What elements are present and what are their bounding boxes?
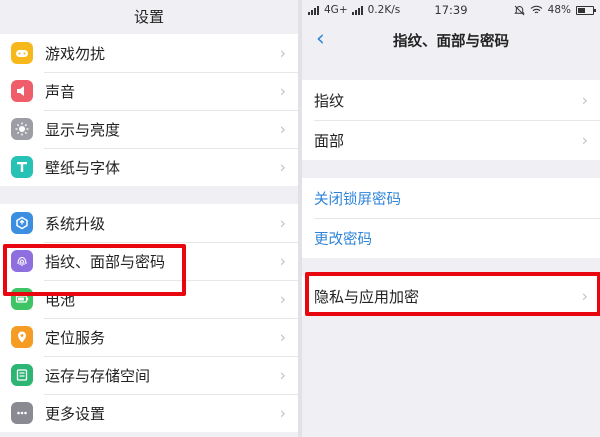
storage-icon <box>11 364 33 386</box>
speaker-icon <box>11 80 33 102</box>
change-password-label: 更改密码 <box>314 231 372 248</box>
settings-item-label: 更多设置 <box>45 404 106 423</box>
chevron-right-icon: › <box>279 403 286 423</box>
change-password-link[interactable]: 更改密码 <box>302 218 600 258</box>
alarm-off-icon <box>513 5 525 15</box>
face-label: 面部 <box>314 131 345 150</box>
settings-item-system-update[interactable]: 系统升级 › <box>0 204 298 242</box>
chevron-right-icon: › <box>279 157 286 177</box>
chevron-right-icon: › <box>279 119 286 139</box>
settings-item-wallpaper[interactable]: 壁纸与字体 › <box>0 148 298 186</box>
battery-status-icon <box>576 5 596 15</box>
settings-group-2: 系统升级 › 指纹、面部与密码 › 电池 › 定位服务 › 运存与存储空间 › … <box>0 204 298 432</box>
settings-item-label: 系统升级 <box>45 214 106 233</box>
highlight-box <box>3 244 186 296</box>
chevron-right-icon: › <box>279 251 286 271</box>
settings-item-label: 游戏勿扰 <box>45 44 106 63</box>
chevron-right-icon: › <box>279 81 286 101</box>
disable-lock-password-label: 关闭锁屏密码 <box>314 191 401 208</box>
fingerprint-item[interactable]: 指纹 › <box>302 80 600 120</box>
chevron-right-icon: › <box>581 90 588 110</box>
location-pin-icon <box>11 326 33 348</box>
game-controller-icon <box>11 42 33 64</box>
settings-item-label: 声音 <box>45 82 76 101</box>
settings-item-storage[interactable]: 运存与存储空间 › <box>0 356 298 394</box>
password-group: 关闭锁屏密码 更改密码 <box>302 178 600 258</box>
group-spacer <box>0 186 298 204</box>
biometric-group: 指纹 › 面部 › <box>302 80 600 160</box>
face-item[interactable]: 面部 › <box>302 120 600 160</box>
settings-panel: 设置 游戏勿扰 › 声音 › 显示与亮度 › 壁纸与字体 › 系统升级 › 指纹… <box>0 0 298 437</box>
chevron-right-icon: › <box>279 289 286 309</box>
chevron-right-icon: › <box>279 327 286 347</box>
font-t-icon <box>11 156 33 178</box>
settings-group-1: 游戏勿扰 › 声音 › 显示与亮度 › 壁纸与字体 › <box>0 34 298 186</box>
chevron-right-icon: › <box>581 130 588 150</box>
page-title: 设置 <box>0 0 298 34</box>
chevron-right-icon: › <box>279 365 286 385</box>
settings-item-label: 定位服务 <box>45 328 106 347</box>
settings-item-location[interactable]: 定位服务 › <box>0 318 298 356</box>
update-icon <box>11 212 33 234</box>
battery-fill <box>578 7 585 13</box>
chevron-right-icon: › <box>279 213 286 233</box>
back-chevron-icon[interactable]: ‹ <box>316 27 325 52</box>
settings-item-more[interactable]: 更多设置 › <box>0 394 298 432</box>
settings-item-sound[interactable]: 声音 › <box>0 72 298 110</box>
status-right: 48% <box>513 4 596 16</box>
chevron-right-icon: › <box>279 43 286 63</box>
highlight-box <box>305 272 600 316</box>
settings-item-label: 运存与存储空间 <box>45 366 151 385</box>
status-bar: 4G+ 0.2K/s 17:39 48% <box>302 0 600 20</box>
fingerprint-settings-panel: 4G+ 0.2K/s 17:39 48% ‹ 指纹、面部与密码 指纹 › 面部 … <box>302 0 600 437</box>
wifi-icon <box>530 5 543 14</box>
disable-lock-password-link[interactable]: 关闭锁屏密码 <box>302 178 600 218</box>
settings-item-label: 壁纸与字体 <box>45 158 121 177</box>
battery-percent: 48% <box>547 4 571 16</box>
fingerprint-label: 指纹 <box>314 91 345 110</box>
more-settings-icon <box>11 402 33 424</box>
settings-item-label: 显示与亮度 <box>45 120 121 139</box>
brightness-icon <box>11 118 33 140</box>
page-title: 指纹、面部与密码 <box>393 33 509 50</box>
nav-bar: ‹ 指纹、面部与密码 <box>302 20 600 60</box>
settings-item-display[interactable]: 显示与亮度 › <box>0 110 298 148</box>
settings-item-game-mode[interactable]: 游戏勿扰 › <box>0 34 298 72</box>
